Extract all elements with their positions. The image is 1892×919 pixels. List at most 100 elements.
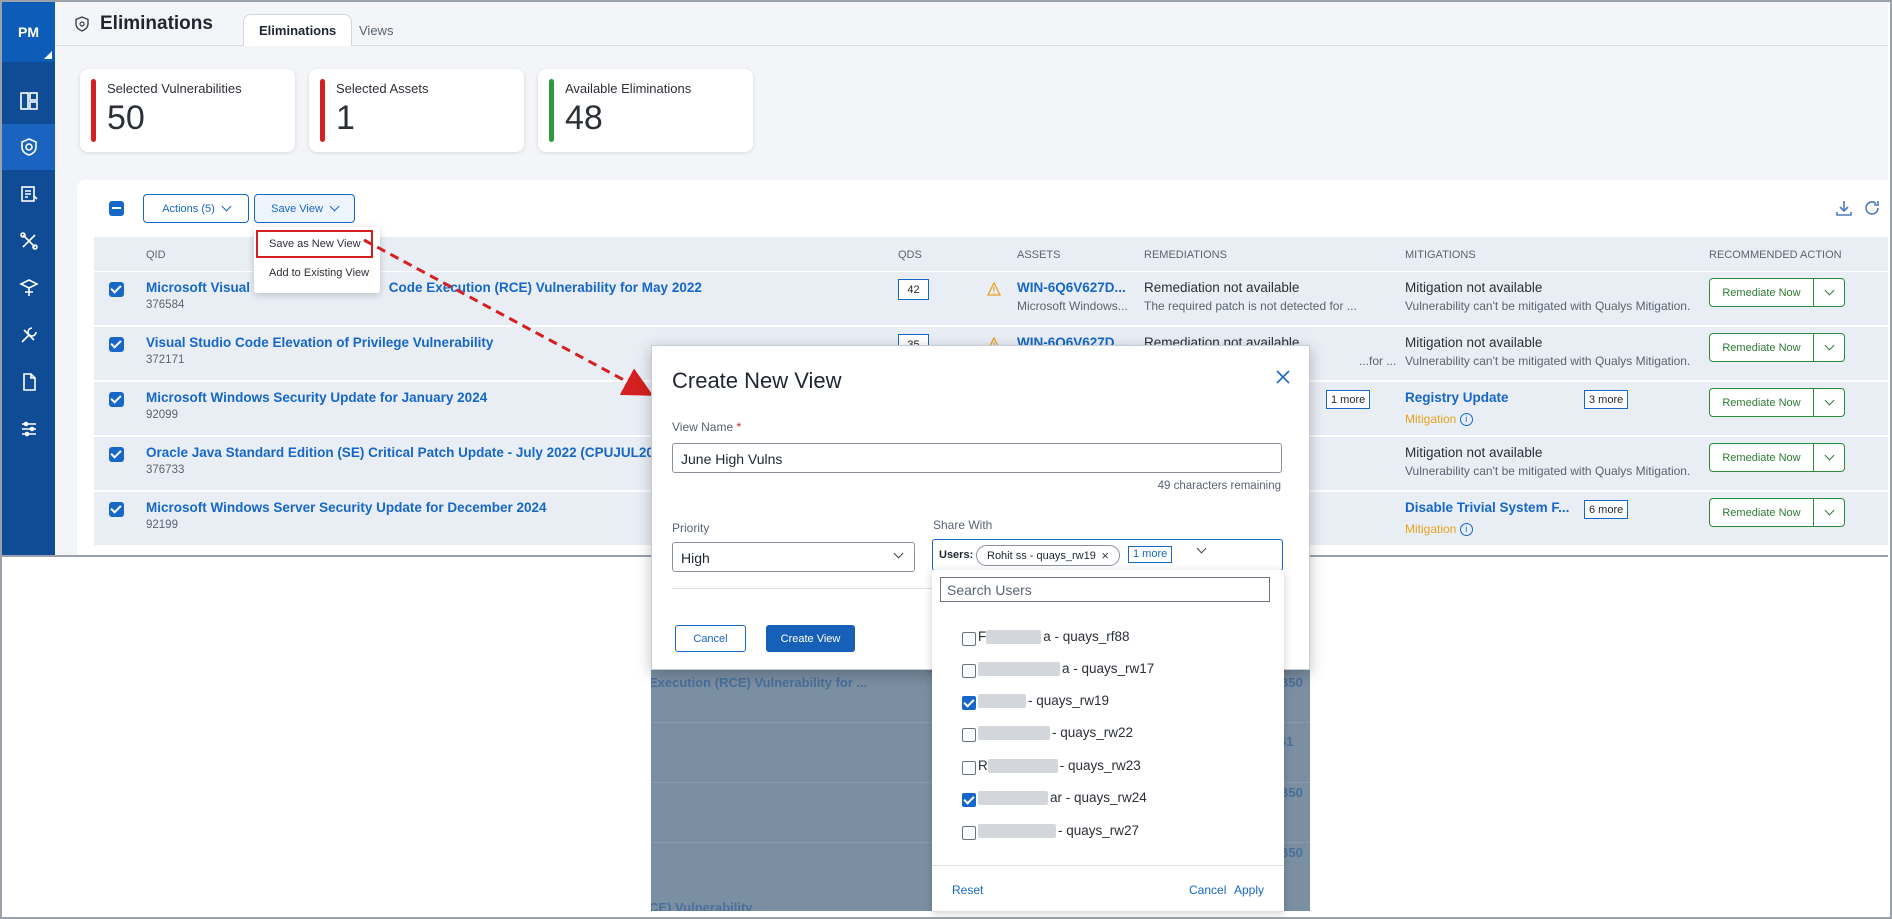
remediate-now-split-button[interactable]: Remediate Now: [1709, 443, 1845, 472]
mitigation-tag-label: Mitigation: [1405, 522, 1457, 536]
remediate-now-button[interactable]: Remediate Now: [1710, 279, 1814, 306]
mitigation-link[interactable]: Disable Trivial System F...: [1405, 500, 1569, 515]
tab-eliminations[interactable]: Eliminations: [243, 14, 353, 46]
chevron-down-icon[interactable]: [1814, 499, 1844, 526]
create-view-button[interactable]: Create View: [766, 625, 855, 652]
download-icon[interactable]: [1834, 198, 1854, 218]
remediate-now-button[interactable]: Remediate Now: [1710, 389, 1814, 416]
more-users-badge[interactable]: 1 more: [1128, 546, 1173, 563]
user-checkbox[interactable]: [962, 793, 976, 807]
remediation-more-badge[interactable]: 1 more: [1326, 390, 1371, 409]
qds-score-badge: 42: [898, 279, 929, 300]
nav-wrench-icon[interactable]: [2, 312, 55, 358]
tab-views[interactable]: Views: [344, 14, 408, 46]
view-name-input[interactable]: June High Vulns: [672, 443, 1282, 473]
save-view-button[interactable]: Save View: [254, 194, 355, 223]
card-accent-bar: [91, 79, 96, 142]
user-option[interactable]: - quays_rw22: [962, 725, 1133, 745]
select-all-checkbox[interactable]: [109, 201, 124, 216]
user-checkbox[interactable]: [962, 696, 976, 710]
vulnerability-title-link[interactable]: Oracle Java Standard Edition (SE) Critic…: [146, 445, 673, 460]
share-with-field[interactable]: Users: Rohit ss - quays_rw19 × 1 more: [932, 539, 1283, 571]
info-icon[interactable]: i: [1459, 523, 1473, 537]
remediate-now-split-button[interactable]: Remediate Now: [1709, 388, 1845, 417]
mitigation-link[interactable]: Registry Update: [1405, 390, 1509, 405]
nav-document-icon[interactable]: [2, 359, 55, 405]
nav-tools-icon[interactable]: [2, 218, 55, 264]
mitigation-status: Mitigation not available: [1405, 445, 1543, 460]
user-checkbox[interactable]: [962, 664, 976, 678]
refresh-icon[interactable]: [1862, 198, 1882, 218]
remediation-detail: ...for ...: [1359, 354, 1397, 368]
remove-chip-icon[interactable]: ×: [1101, 548, 1109, 563]
chevron-down-icon[interactable]: [1196, 543, 1207, 554]
card-label: Selected Assets: [336, 81, 429, 96]
remediate-now-split-button[interactable]: Remediate Now: [1709, 333, 1845, 362]
user-option[interactable]: - quays_rw27: [962, 823, 1139, 843]
remediate-now-split-button[interactable]: Remediate Now: [1709, 278, 1845, 307]
actions-button[interactable]: Actions (5): [143, 194, 249, 223]
view-name-label-text: View Name: [672, 420, 734, 434]
mitigation-status: Mitigation not available: [1405, 280, 1543, 295]
user-option[interactable]: a - quays_rw17: [962, 661, 1154, 681]
nav-shield-icon[interactable]: [2, 124, 55, 170]
menu-item-add-to-existing-view[interactable]: Add to Existing View: [269, 267, 369, 279]
chevron-down-icon[interactable]: [1814, 334, 1844, 361]
nav-dashboard-icon[interactable]: [2, 78, 55, 124]
priority-select[interactable]: High: [672, 542, 915, 572]
column-header-qds[interactable]: QDS: [898, 249, 922, 261]
column-header-recommended-action[interactable]: RECOMMENDED ACTION: [1709, 249, 1842, 261]
user-option[interactable]: ar - quays_rw24: [962, 790, 1147, 810]
vulnerability-title-link[interactable]: Microsoft Windows Security Update for Ja…: [146, 390, 487, 405]
column-header-assets[interactable]: ASSETS: [1017, 249, 1060, 261]
remediate-now-split-button[interactable]: Remediate Now: [1709, 498, 1845, 527]
menu-item-save-as-new-view[interactable]: Save as New View: [269, 238, 361, 250]
user-name-suffix: a - quays_rf88: [1043, 629, 1130, 644]
chevron-down-icon[interactable]: [1814, 279, 1844, 306]
user-option[interactable]: R - quays_rw23: [962, 758, 1141, 778]
user-option[interactable]: Fa - quays_rf88: [962, 629, 1130, 649]
column-header-remediations[interactable]: REMEDIATIONS: [1144, 249, 1227, 261]
user-checkbox[interactable]: [962, 632, 976, 646]
column-header-qid[interactable]: QID: [146, 249, 166, 261]
cancel-button[interactable]: Cancel: [675, 625, 746, 652]
chevron-down-icon: [893, 548, 904, 559]
remediate-now-button[interactable]: Remediate Now: [1710, 334, 1814, 361]
user-chip[interactable]: Rohit ss - quays_rw19 ×: [976, 545, 1120, 566]
user-checkbox[interactable]: [962, 826, 976, 840]
remediate-now-button[interactable]: Remediate Now: [1710, 444, 1814, 471]
search-users-input[interactable]: Search Users: [940, 577, 1270, 602]
reset-link[interactable]: Reset: [952, 883, 983, 897]
nav-settings-sliders-icon[interactable]: [2, 406, 55, 452]
row-checkbox[interactable]: [109, 392, 124, 407]
card-value: 50: [107, 99, 145, 137]
user-checkbox[interactable]: [962, 728, 976, 742]
user-checkbox[interactable]: [962, 761, 976, 775]
nav-deploy-icon[interactable]: [2, 265, 55, 311]
user-option[interactable]: - quays_rw19: [962, 693, 1109, 713]
chevron-down-icon[interactable]: [1814, 444, 1844, 471]
cancel-link[interactable]: Cancel: [1189, 883, 1226, 897]
module-badge[interactable]: PM: [2, 2, 55, 62]
close-icon[interactable]: [1274, 368, 1292, 386]
row-checkbox[interactable]: [109, 337, 124, 352]
row-checkbox[interactable]: [109, 282, 124, 297]
remediate-now-button[interactable]: Remediate Now: [1710, 499, 1814, 526]
vulnerability-title-link[interactable]: Microsoft Windows Server Security Update…: [146, 500, 547, 515]
vulnerability-title-link[interactable]: Visual Studio Code Elevation of Privileg…: [146, 335, 493, 350]
row-checkbox[interactable]: [109, 502, 124, 517]
row-checkbox[interactable]: [109, 447, 124, 462]
info-icon[interactable]: i: [1459, 413, 1473, 427]
apply-link[interactable]: Apply: [1234, 883, 1264, 897]
qid-value: 92099: [146, 409, 178, 421]
background-text: CE) Vulnerability: [651, 900, 753, 911]
chevron-down-icon[interactable]: [1814, 389, 1844, 416]
card-selected-assets: Selected Assets 1: [309, 69, 524, 152]
mitigation-more-badge[interactable]: 3 more: [1584, 390, 1629, 409]
nav-patch-icon[interactable]: [2, 171, 55, 217]
redacted-name: [986, 630, 1042, 645]
asset-link[interactable]: WIN-6Q6V627D...: [1017, 280, 1126, 295]
mitigation-more-badge[interactable]: 6 more: [1584, 500, 1629, 519]
column-header-mitigations[interactable]: MITIGATIONS: [1405, 249, 1476, 261]
vulnerability-title-link[interactable]: Microsoft Visual S Code Execution (RCE) V…: [146, 280, 702, 295]
